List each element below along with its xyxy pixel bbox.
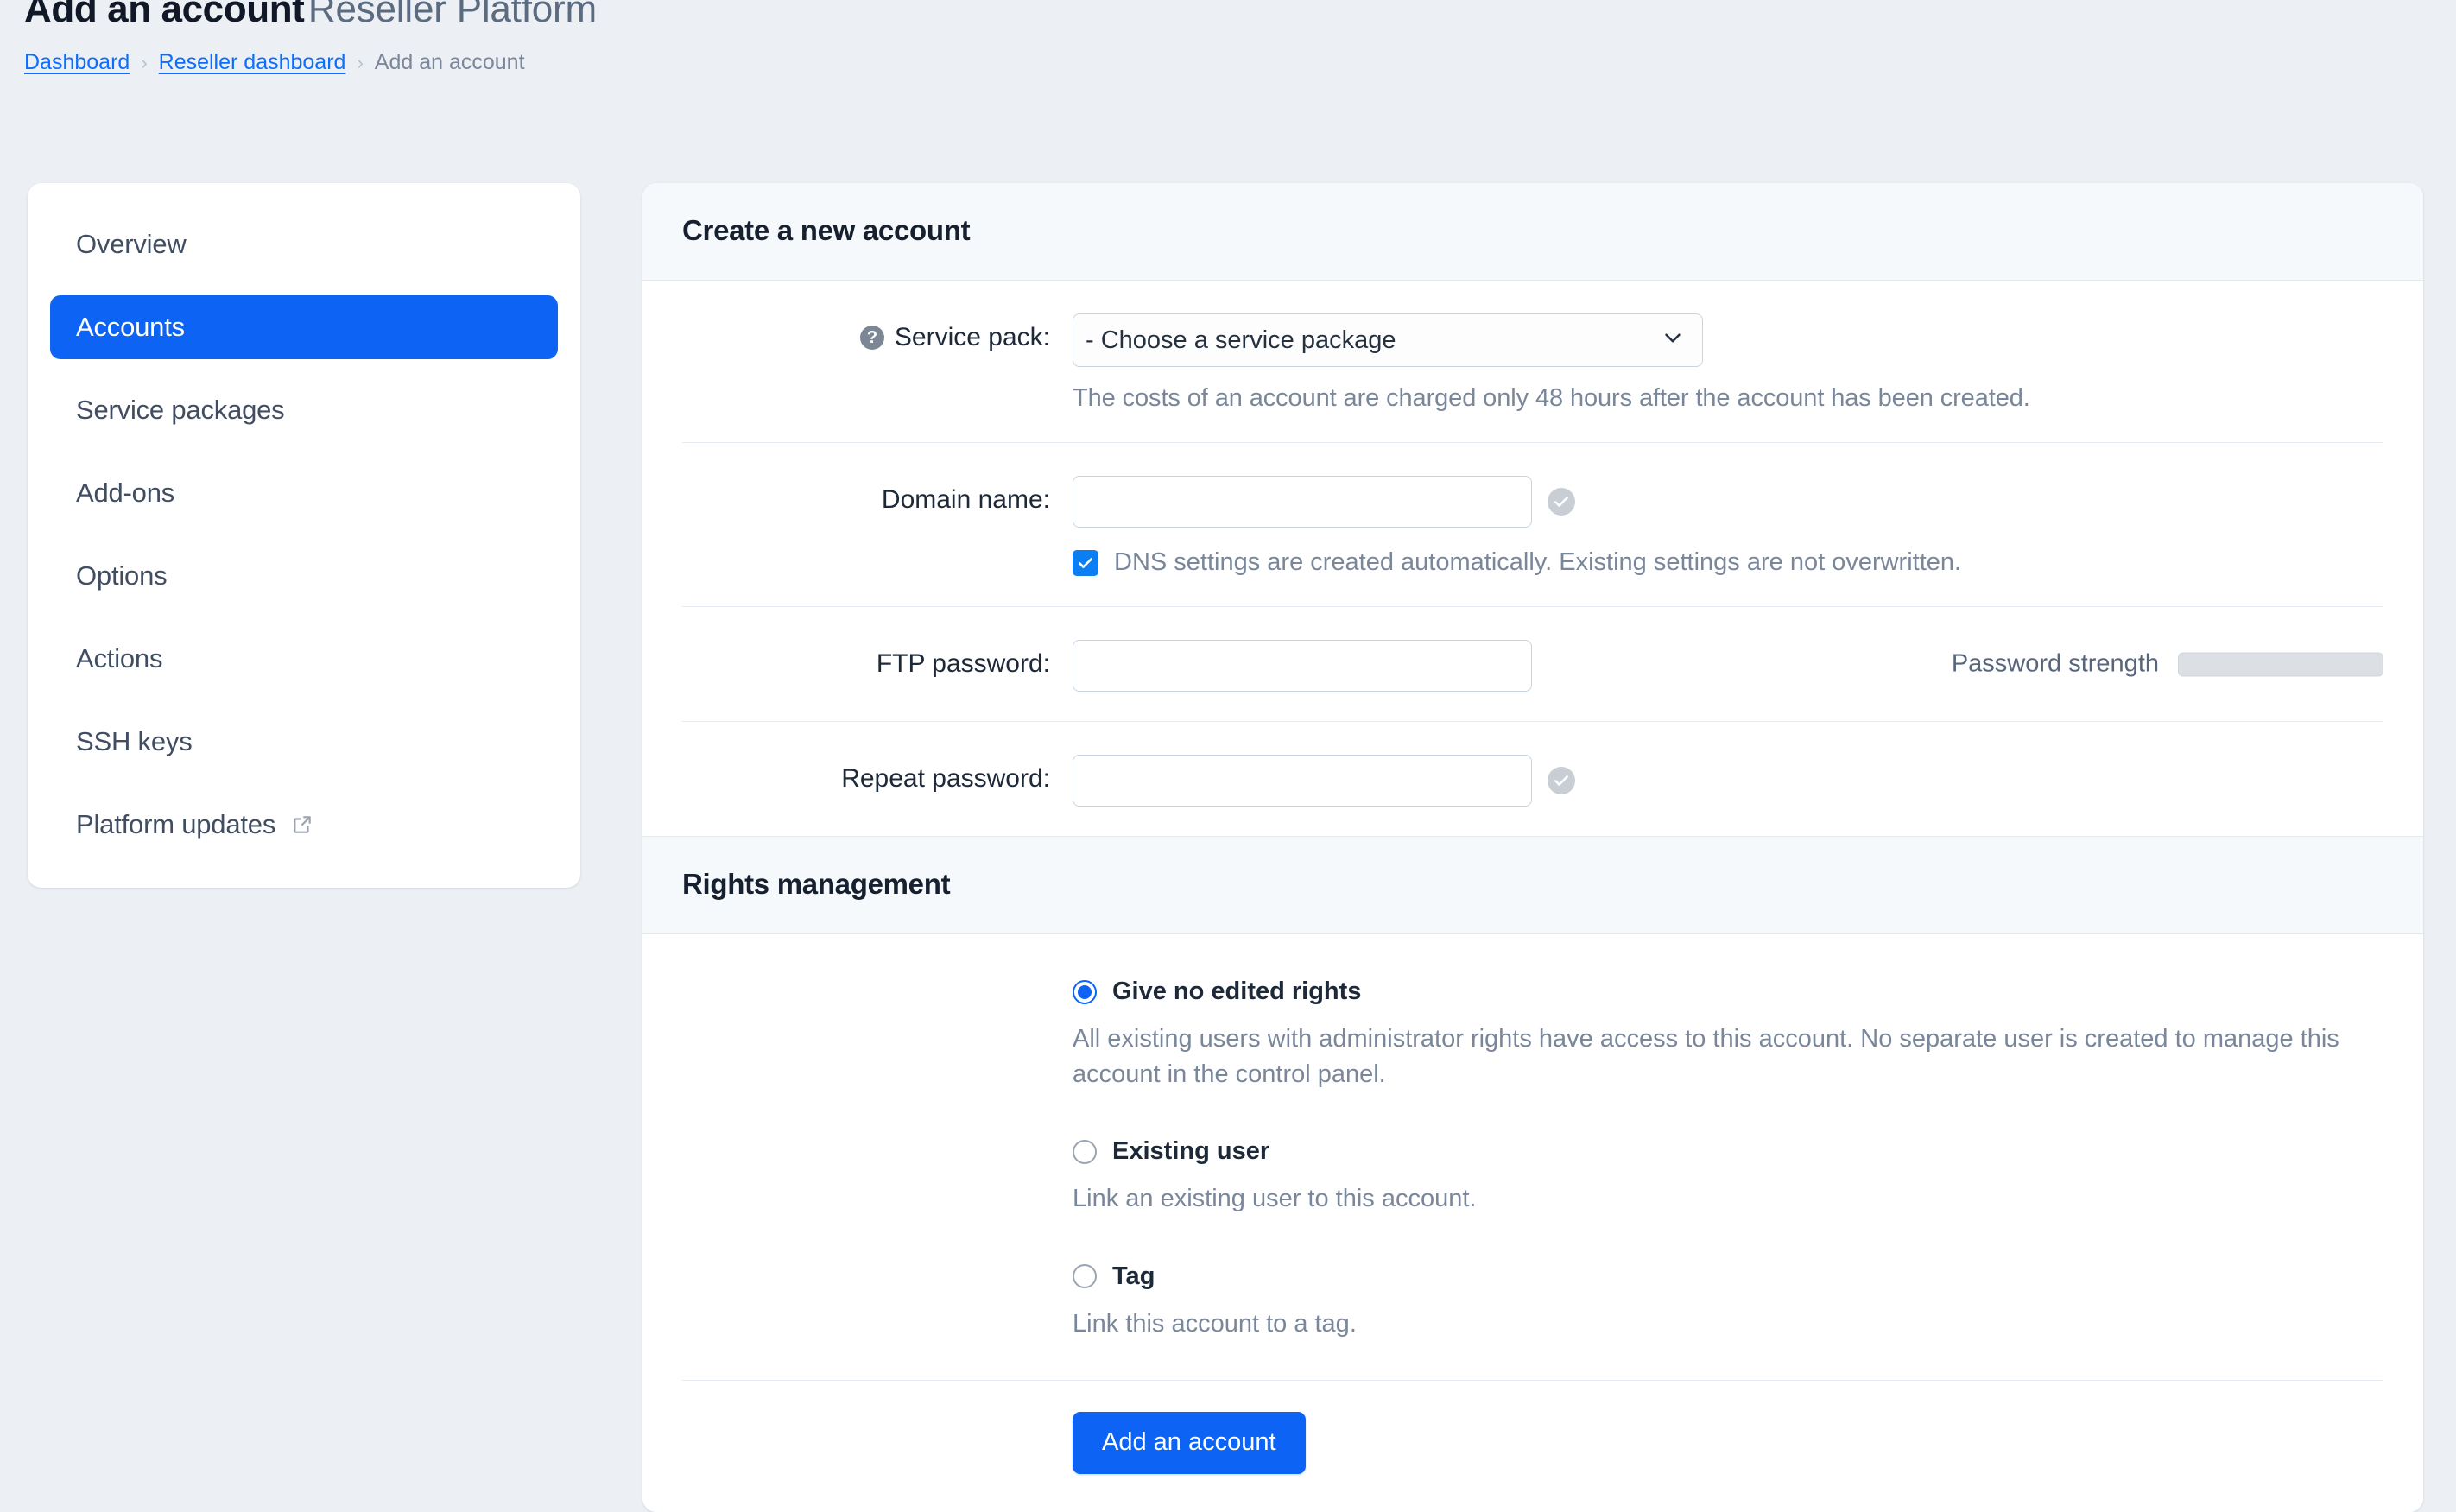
sidebar-item-accounts[interactable]: Accounts	[50, 295, 558, 359]
create-account-card: Create a new account ? Service pack: - C…	[642, 183, 2423, 1512]
service-pack-label: Service pack:	[894, 323, 1050, 351]
page-subtitle: Reseller Platform	[307, 0, 597, 30]
breadcrumb-current: Add an account	[374, 50, 525, 74]
page-header: Add an account Reseller Platform	[24, 0, 597, 31]
sidebar-item-platform-updates[interactable]: Platform updates	[50, 793, 558, 857]
sidebar-item-service-packages[interactable]: Service packages	[50, 378, 558, 442]
breadcrumb: Dashboard › Reseller dashboard › Add an …	[24, 50, 525, 75]
service-pack-label-group: ? Service pack:	[682, 313, 1073, 362]
form-row-service-pack: ? Service pack: - Choose a service packa…	[682, 281, 2383, 442]
password-strength-indicator: Password strength	[1952, 650, 2383, 679]
rights-option-description: Link an existing user to this account.	[1073, 1185, 1477, 1213]
sidebar-item-label: Service packages	[76, 395, 285, 425]
password-strength-bar	[2178, 652, 2383, 676]
add-an-account-button[interactable]: Add an account	[1073, 1411, 1306, 1474]
sidebar-item-overview[interactable]: Overview	[50, 212, 558, 276]
ftp-password-label: FTP password:	[876, 649, 1050, 678]
rights-option-existing-user[interactable]: Existing user Link an existing user to t…	[682, 1137, 2383, 1217]
breadcrumb-separator-icon: ›	[357, 51, 364, 73]
sidebar-item-label: Platform updates	[76, 809, 276, 839]
repeat-password-input-row	[1073, 755, 2383, 807]
external-link-icon	[291, 813, 313, 836]
repeat-password-input[interactable]	[1073, 755, 1532, 807]
question-mark-icon[interactable]: ?	[859, 326, 884, 350]
rights-option-header: Existing user	[1073, 1137, 2383, 1166]
breadcrumb-link-dashboard[interactable]: Dashboard	[24, 50, 130, 75]
password-strength-label: Password strength	[1951, 649, 2159, 678]
sidebar-nav: Overview Accounts Service packages Add-o…	[28, 183, 580, 888]
rights-option-no-edited-rights[interactable]: Give no edited rights All existing users…	[682, 977, 2383, 1092]
repeat-password-label: Repeat password:	[841, 764, 1050, 793]
repeat-password-control	[1073, 755, 2383, 807]
form-row-domain-name: Domain name: DNS settings are created au…	[682, 442, 2383, 606]
sidebar-item-label: Actions	[76, 643, 163, 674]
form-row-ftp-password: FTP password: Password strength	[682, 606, 2383, 721]
rights-option-description: Link this account to a tag.	[1073, 1309, 1357, 1338]
rights-management-section-title: Rights management	[642, 836, 2423, 934]
sidebar-item-actions[interactable]: Actions	[50, 627, 558, 691]
dns-auto-checkbox-label: DNS settings are created automatically. …	[1114, 548, 1962, 576]
check-circle-icon	[1548, 767, 1575, 794]
service-pack-select-wrap: - Choose a service package	[1073, 313, 1703, 367]
radio-tag[interactable]	[1073, 1264, 1097, 1289]
ftp-password-input[interactable]	[1073, 640, 1532, 692]
page-title: Add an account	[24, 0, 305, 30]
dns-auto-checkbox[interactable]	[1073, 549, 1098, 576]
sidebar-item-label: Overview	[76, 229, 187, 259]
dns-checkbox-row[interactable]: DNS settings are created automatically. …	[1073, 548, 2383, 577]
domain-name-input[interactable]	[1073, 476, 1532, 528]
form-row-repeat-password: Repeat password:	[682, 721, 2383, 836]
rights-option-description: All existing users with administrator ri…	[1073, 1025, 2339, 1089]
rights-option-title: Give no edited rights	[1112, 977, 1362, 1005]
sidebar-item-ssh-keys[interactable]: SSH keys	[50, 710, 558, 774]
rights-option-header: Give no edited rights	[1073, 977, 2383, 1006]
sidebar-item-label: Options	[76, 560, 168, 591]
breadcrumb-separator-icon: ›	[141, 51, 148, 73]
sidebar-item-options[interactable]: Options	[50, 544, 558, 608]
rights-option-tag[interactable]: Tag Link this account to a tag.	[682, 1262, 2383, 1342]
create-account-form: ? Service pack: - Choose a service packa…	[642, 281, 2423, 836]
sidebar-item-add-ons[interactable]: Add-ons	[50, 461, 558, 525]
domain-name-control: DNS settings are created automatically. …	[1073, 476, 2383, 577]
domain-name-label: Domain name:	[881, 485, 1050, 514]
radio-give-no-edited-rights[interactable]	[1073, 979, 1097, 1004]
service-pack-select[interactable]: - Choose a service package	[1073, 313, 1703, 367]
rights-options-list: Give no edited rights All existing users…	[682, 934, 2383, 1380]
service-pack-note: The costs of an account are charged only…	[1073, 384, 2030, 412]
rights-option-title: Tag	[1112, 1262, 1155, 1290]
check-circle-icon	[1548, 488, 1575, 516]
sidebar-item-label: SSH keys	[76, 726, 193, 756]
sidebar-item-label: Add-ons	[76, 478, 175, 508]
service-pack-control: - Choose a service package The costs of …	[1073, 313, 2383, 413]
rights-management-body: Give no edited rights All existing users…	[642, 934, 2423, 1512]
breadcrumb-link-reseller-dashboard[interactable]: Reseller dashboard	[159, 50, 346, 75]
radio-existing-user[interactable]	[1073, 1139, 1097, 1164]
domain-name-input-row	[1073, 476, 2383, 528]
sidebar-item-label: Accounts	[76, 312, 185, 342]
rights-option-header: Tag	[1073, 1262, 2383, 1291]
create-account-section-title: Create a new account	[642, 183, 2423, 281]
rights-option-title: Existing user	[1112, 1137, 1270, 1166]
